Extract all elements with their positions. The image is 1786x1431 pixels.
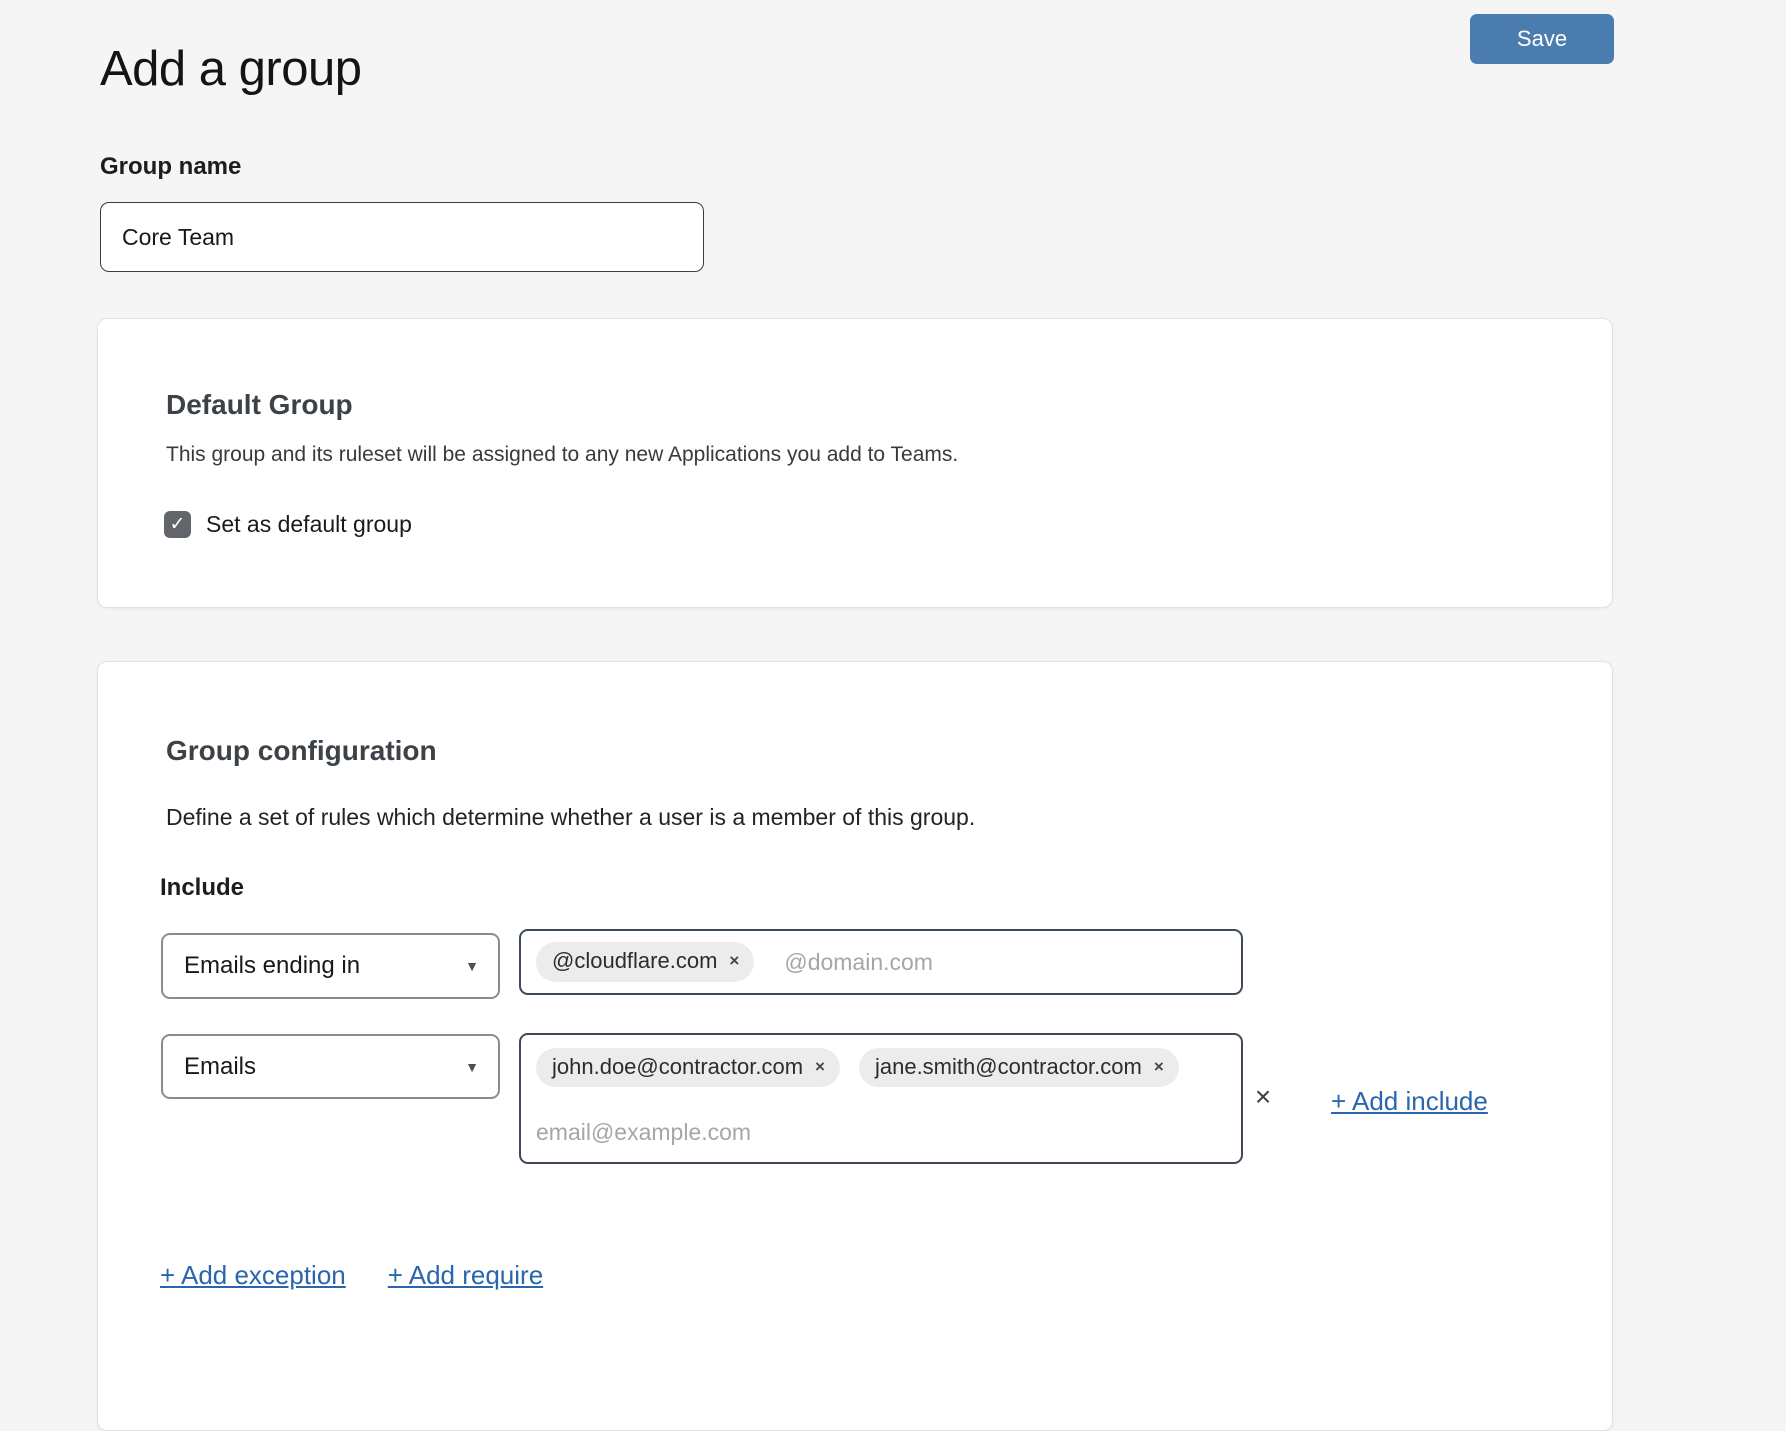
- include-rule-2-type-select[interactable]: Emails ▼: [161, 1034, 500, 1099]
- include-rule-1-type-select[interactable]: Emails ending in ▼: [161, 933, 500, 999]
- add-require-link[interactable]: + Add require: [388, 1260, 543, 1291]
- set-default-group-checkbox-label: Set as default group: [206, 511, 412, 538]
- email-chips-row: john.doe@contractor.com × jane.smith@con…: [536, 1048, 1179, 1087]
- include-rule-2-placeholder: email@example.com: [536, 1119, 751, 1146]
- set-default-group-checkbox-row[interactable]: ✓ Set as default group: [164, 511, 412, 538]
- include-rule-1-placeholder: @domain.com: [784, 949, 933, 976]
- add-exception-link[interactable]: + Add exception: [160, 1260, 346, 1291]
- group-configuration-title: Group configuration: [166, 735, 437, 767]
- chip-label: @cloudflare.com: [552, 949, 717, 973]
- chip-label: john.doe@contractor.com: [552, 1055, 803, 1079]
- default-group-description: This group and its ruleset will be assig…: [166, 443, 958, 467]
- group-name-label: Group name: [100, 153, 241, 181]
- email-chip: jane.smith@contractor.com ×: [859, 1048, 1179, 1087]
- group-configuration-description: Define a set of rules which determine wh…: [166, 804, 975, 831]
- default-group-title: Default Group: [166, 389, 353, 421]
- add-include-link[interactable]: + Add include: [1331, 1086, 1488, 1117]
- chip-label: jane.smith@contractor.com: [875, 1055, 1142, 1079]
- email-domain-chip: @cloudflare.com ×: [536, 942, 754, 981]
- set-default-group-checkbox[interactable]: ✓: [164, 511, 191, 538]
- checkmark-icon: ✓: [170, 515, 186, 534]
- default-group-card: Default Group This group and its ruleset…: [97, 318, 1613, 608]
- include-section-label: Include: [160, 874, 244, 902]
- chevron-down-icon: ▼: [465, 958, 479, 974]
- include-rule-2-values-input[interactable]: john.doe@contractor.com × jane.smith@con…: [519, 1033, 1243, 1164]
- include-rule-2-type-value: Emails: [184, 1053, 256, 1081]
- include-rule-1-values-input[interactable]: @cloudflare.com × @domain.com: [519, 929, 1243, 995]
- remove-include-rule-button[interactable]: ×: [1248, 1082, 1278, 1113]
- include-rule-1-type-value: Emails ending in: [184, 952, 360, 980]
- chevron-down-icon: ▼: [465, 1059, 479, 1075]
- chip-remove-icon[interactable]: ×: [1154, 1058, 1164, 1077]
- group-name-input[interactable]: [100, 202, 704, 272]
- rule-actions-row: + Add exception + Add require: [160, 1260, 543, 1291]
- page-title: Add a group: [100, 41, 362, 97]
- email-chip: john.doe@contractor.com ×: [536, 1048, 840, 1087]
- save-button[interactable]: Save: [1470, 14, 1614, 64]
- chip-remove-icon[interactable]: ×: [815, 1058, 825, 1077]
- group-configuration-card: Group configuration Define a set of rule…: [97, 661, 1613, 1431]
- chip-remove-icon[interactable]: ×: [729, 952, 739, 971]
